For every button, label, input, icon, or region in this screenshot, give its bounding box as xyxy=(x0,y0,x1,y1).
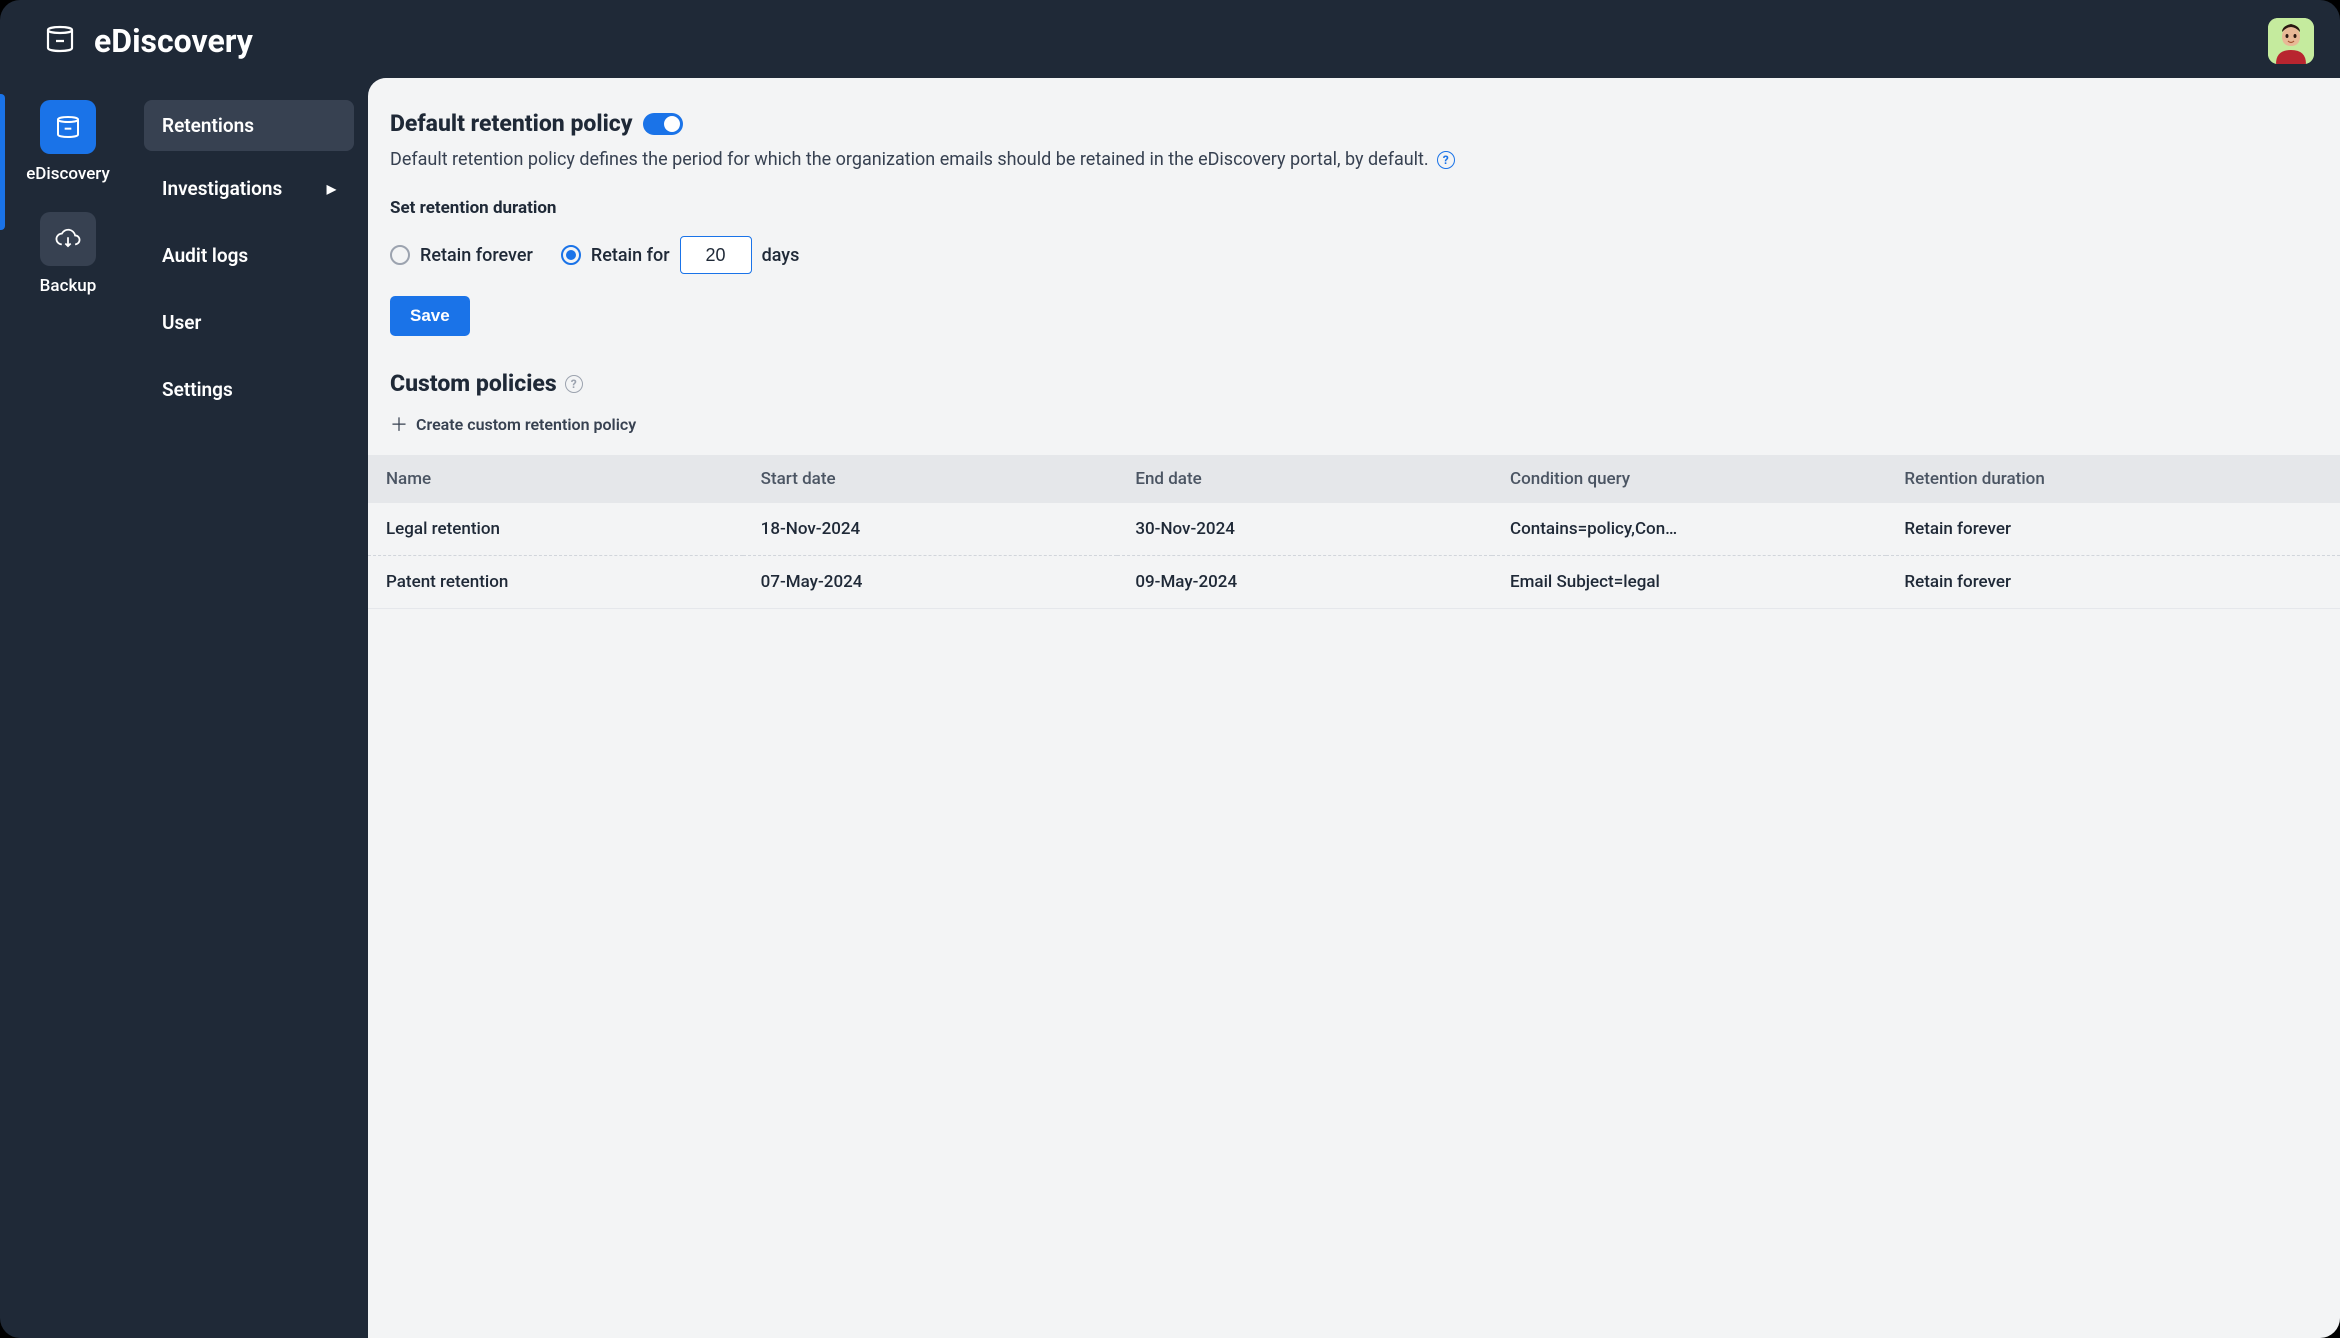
table-header-start-date: Start date xyxy=(743,455,1118,503)
cell-retention: Retain forever xyxy=(1886,503,2340,556)
table-header-condition: Condition query xyxy=(1492,455,1886,503)
cloud-backup-icon xyxy=(40,212,96,266)
brand-icon xyxy=(42,21,78,61)
retain-forever-radio[interactable] xyxy=(390,245,410,265)
cell-name: Legal retention xyxy=(368,503,743,556)
cell-start-date: 07-May-2024 xyxy=(743,556,1118,609)
save-button[interactable]: Save xyxy=(390,296,470,336)
main-content: Default retention policy Default retenti… xyxy=(368,78,2340,1338)
sidenav-label: Retentions xyxy=(162,114,254,137)
cell-condition: Contains=policy,Conte… xyxy=(1492,503,1886,556)
table-row[interactable]: Legal retention 18-Nov-2024 30-Nov-2024 … xyxy=(368,503,2340,556)
retain-forever-label: Retain forever xyxy=(420,245,533,266)
top-bar: eDiscovery xyxy=(0,0,2340,78)
cell-start-date: 18-Nov-2024 xyxy=(743,503,1118,556)
policy-toggle[interactable] xyxy=(643,113,683,135)
sidenav-item-audit-logs[interactable]: Audit logs xyxy=(144,226,354,285)
page-description: Default retention policy defines the per… xyxy=(390,149,1429,170)
custom-policies-heading: Custom policies xyxy=(390,370,557,397)
sidenav-label: Investigations xyxy=(162,177,282,200)
create-custom-policy-link[interactable]: ＋ Create custom retention policy xyxy=(390,411,636,437)
cell-condition: Email Subject=legal xyxy=(1492,556,1886,609)
table-header-end-date: End date xyxy=(1117,455,1492,503)
brand: eDiscovery xyxy=(42,21,253,61)
cell-retention: Retain forever xyxy=(1886,556,2340,609)
table-header-retention: Retention duration xyxy=(1886,455,2340,503)
policies-table: Name Start date End date Condition query… xyxy=(368,455,2340,609)
help-icon[interactable]: ? xyxy=(565,375,583,393)
plus-icon: ＋ xyxy=(390,411,408,437)
sidenav-item-investigations[interactable]: Investigations ▶ xyxy=(144,159,354,218)
rail-label: Backup xyxy=(40,276,97,296)
table-header-name: Name xyxy=(368,455,743,503)
sidenav-item-retentions[interactable]: Retentions xyxy=(144,100,354,151)
nav-rail: eDiscovery Backup xyxy=(0,78,136,1338)
cell-name: Patent retention xyxy=(368,556,743,609)
create-link-label: Create custom retention policy xyxy=(416,415,636,434)
retain-for-input[interactable] xyxy=(680,236,752,274)
sidenav-item-user[interactable]: User xyxy=(144,293,354,352)
side-nav: Retentions Investigations ▶ Audit logs U… xyxy=(136,78,368,1338)
retain-for-radio[interactable] xyxy=(561,245,581,265)
archive-icon xyxy=(40,100,96,154)
sidenav-item-settings[interactable]: Settings xyxy=(144,360,354,419)
page-title: Default retention policy xyxy=(390,110,633,137)
sidenav-label: Audit logs xyxy=(162,244,248,267)
rail-label: eDiscovery xyxy=(26,164,110,184)
user-avatar[interactable] xyxy=(2268,18,2314,64)
help-icon[interactable]: ? xyxy=(1437,151,1455,169)
chevron-right-icon: ▶ xyxy=(327,182,336,196)
retain-for-unit: days xyxy=(762,245,800,266)
cell-end-date: 09-May-2024 xyxy=(1117,556,1492,609)
table-row[interactable]: Patent retention 07-May-2024 09-May-2024… xyxy=(368,556,2340,609)
rail-item-ediscovery[interactable]: eDiscovery xyxy=(0,100,136,184)
rail-item-backup[interactable]: Backup xyxy=(0,212,136,296)
sidenav-label: User xyxy=(162,311,201,334)
retain-for-label: Retain for xyxy=(591,245,670,266)
set-duration-heading: Set retention duration xyxy=(390,198,2318,218)
sidenav-label: Settings xyxy=(162,378,233,401)
app-title: eDiscovery xyxy=(94,22,253,60)
cell-end-date: 30-Nov-2024 xyxy=(1117,503,1492,556)
